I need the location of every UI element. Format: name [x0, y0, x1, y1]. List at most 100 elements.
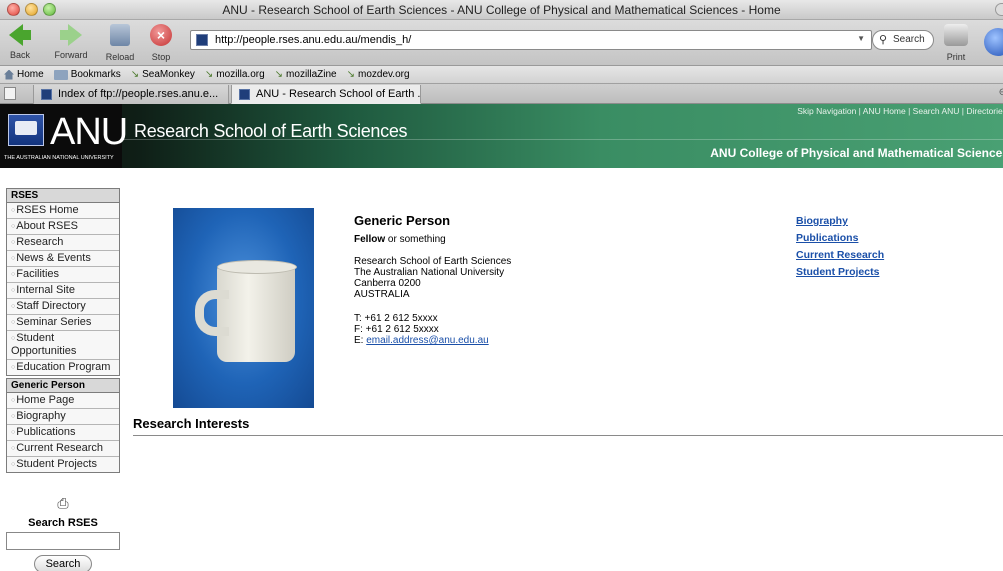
sidebar-item-label: Publications	[16, 426, 76, 438]
student-projects-link[interactable]: Student Projects	[796, 264, 884, 281]
fax-number: F: +61 2 612 5xxxx	[354, 324, 439, 335]
stop-button[interactable]: × Stop	[144, 22, 178, 62]
back-label: Back	[9, 50, 30, 60]
print-label: Print	[946, 52, 966, 62]
section-divider	[133, 435, 1003, 436]
position-suffix: or something	[385, 234, 446, 245]
bookmark-icon: ↘	[274, 69, 284, 80]
utility-links[interactable]: Skip Navigation | ANU Home | Search ANU …	[797, 106, 1003, 116]
search-rses-button[interactable]: Search	[34, 555, 92, 571]
search-rses-input[interactable]	[6, 532, 120, 550]
sidebar-item-label: Student Opportunities	[11, 332, 77, 357]
back-button[interactable]: Back	[2, 22, 38, 60]
forward-label: Forward	[54, 50, 88, 60]
bookmark-icon: ↘	[130, 69, 140, 80]
window-title: ANU - Research School of Earth Sciences …	[222, 3, 781, 17]
sidebar-item-student-projects[interactable]: ○Student Projects	[7, 457, 119, 472]
sidebar-item-biography[interactable]: ○Biography	[7, 409, 119, 425]
anu-logo-text: ANU	[50, 111, 128, 153]
search-rses-label: Search RSES	[28, 517, 98, 529]
nav-heading: RSES	[7, 189, 119, 203]
position-title: Fellow	[354, 234, 386, 245]
postal-address: Research School of Earth Sciences The Au…	[354, 256, 511, 300]
sidebar-item-label: Current Research	[16, 442, 104, 454]
sidebar-item-home-page[interactable]: ○Home Page	[7, 393, 119, 409]
sidebar-item-label: Seminar Series	[16, 316, 92, 328]
forward-arrow-icon	[60, 24, 82, 46]
phone-number: T: +61 2 612 5xxxx	[354, 313, 438, 324]
sidebar-item-publications[interactable]: ○Publications	[7, 425, 119, 441]
college-name[interactable]: ANU College of Physical and Mathematical…	[710, 146, 1003, 160]
tab-bar: Index of ftp://people.rses.anu.e... ANU …	[0, 84, 1003, 104]
bookmark-mozilla-org[interactable]: ↘ mozilla.org	[205, 69, 265, 80]
sidebar-item-current-research[interactable]: ○Current Research	[7, 441, 119, 457]
sidebar-item-research[interactable]: ○Research	[7, 235, 119, 251]
toolbar-toggle-button[interactable]	[995, 3, 1003, 16]
bookmark-seamonkey[interactable]: ↘ SeaMonkey	[131, 69, 195, 80]
sidebar-item-student-opportunities[interactable]: ○Student Opportunities	[7, 331, 119, 360]
person-position: Fellow or something	[354, 234, 446, 245]
sidebar-item-education-program[interactable]: ○Education Program	[7, 360, 119, 375]
profile-links: Biography Publications Current Research …	[796, 213, 884, 281]
sidebar-item-news-events[interactable]: ○News & Events	[7, 251, 119, 267]
bookmark-mozdev-org[interactable]: ↘ mozdev.org	[347, 69, 410, 80]
tab-anu-rses[interactable]: ANU - Research School of Earth ...	[231, 85, 421, 104]
email-line: E: email.address@anu.edu.au	[354, 335, 489, 346]
search-icon: ⚲	[879, 34, 888, 46]
url-bar[interactable]: http://people.rses.anu.edu.au/mendis_h/ …	[190, 30, 872, 50]
stop-label: Stop	[151, 52, 171, 62]
email-link[interactable]: email.address@anu.edu.au	[366, 335, 488, 346]
bookmarks-folder[interactable]: Bookmarks	[53, 69, 121, 80]
print-button[interactable]: Print	[941, 22, 971, 62]
publications-link[interactable]: Publications	[796, 230, 884, 247]
sidebar-item-label: Home Page	[16, 394, 75, 406]
site-title[interactable]: Research School of Earth Sciences	[134, 121, 408, 142]
close-tab-icon[interactable]: ⊖	[999, 87, 1003, 98]
current-research-link[interactable]: Current Research	[796, 247, 884, 264]
rses-nav: RSES ○RSES Home ○About RSES ○Research ○N…	[6, 188, 120, 376]
sidebar-item-label: Biography	[16, 410, 66, 422]
bookmark-home[interactable]: Home	[4, 69, 44, 80]
anu-logo-subtext: THE AUSTRALIAN NATIONAL UNIVERSITY	[4, 155, 114, 161]
search-field[interactable]: ⚲ Search	[872, 30, 934, 50]
tab-ftp-index[interactable]: Index of ftp://people.rses.anu.e...	[33, 85, 229, 104]
anu-logo[interactable]: ANU THE AUSTRALIAN NATIONAL UNIVERSITY	[0, 104, 128, 168]
bookmark-label: Bookmarks	[70, 69, 121, 80]
address-line: AUSTRALIA	[354, 289, 410, 300]
bookmark-label: SeaMonkey	[142, 69, 195, 80]
sidebar-item-internal-site[interactable]: ○Internal Site	[7, 283, 119, 299]
forward-button[interactable]: Forward	[50, 22, 92, 60]
sidebar-item-label: Facilities	[16, 268, 60, 280]
profile-photo	[173, 208, 314, 408]
sidebar-item-staff-directory[interactable]: ○Staff Directory	[7, 299, 119, 315]
sidebar-item-seminar-series[interactable]: ○Seminar Series	[7, 315, 119, 331]
nav-heading: Generic Person	[7, 379, 119, 393]
bookmark-mozillazine[interactable]: ↘ mozillaZine	[275, 69, 337, 80]
bookmark-label: mozilla.org	[216, 69, 265, 80]
printer-icon[interactable]: ⎙	[52, 495, 74, 511]
sidebar-item-label: RSES Home	[16, 204, 79, 216]
address-line: Canberra 0200	[354, 278, 421, 289]
bookmark-label: Home	[17, 69, 44, 80]
folder-icon	[53, 69, 68, 80]
reload-button[interactable]: Reload	[103, 22, 137, 62]
printer-icon	[944, 24, 968, 46]
sidebar-item-label: Student Projects	[16, 458, 97, 470]
url-text: http://people.rses.anu.edu.au/mendis_h/	[215, 34, 412, 46]
bookmark-label: mozillaZine	[286, 69, 337, 80]
person-nav: Generic Person ○Home Page ○Biography ○Pu…	[6, 378, 120, 473]
sidebar-item-about-rses[interactable]: ○About RSES	[7, 219, 119, 235]
tab-favicon-icon	[239, 89, 250, 100]
sidebar-item-label: Research	[16, 236, 64, 248]
url-history-dropdown-icon[interactable]: ▼	[857, 34, 865, 43]
bookmark-label: mozdev.org	[358, 69, 410, 80]
stop-icon: ×	[150, 24, 172, 46]
sidebar-item-rses-home[interactable]: ○RSES Home	[7, 203, 119, 219]
bookmark-icon: ↘	[204, 69, 214, 80]
sidebar-item-facilities[interactable]: ○Facilities	[7, 267, 119, 283]
reload-label: Reload	[105, 52, 135, 62]
new-tab-icon[interactable]	[4, 87, 16, 100]
search-placeholder: Search	[893, 34, 925, 45]
biography-link[interactable]: Biography	[796, 213, 884, 230]
browser-window: ANU - Research School of Earth Sciences …	[0, 0, 1003, 571]
